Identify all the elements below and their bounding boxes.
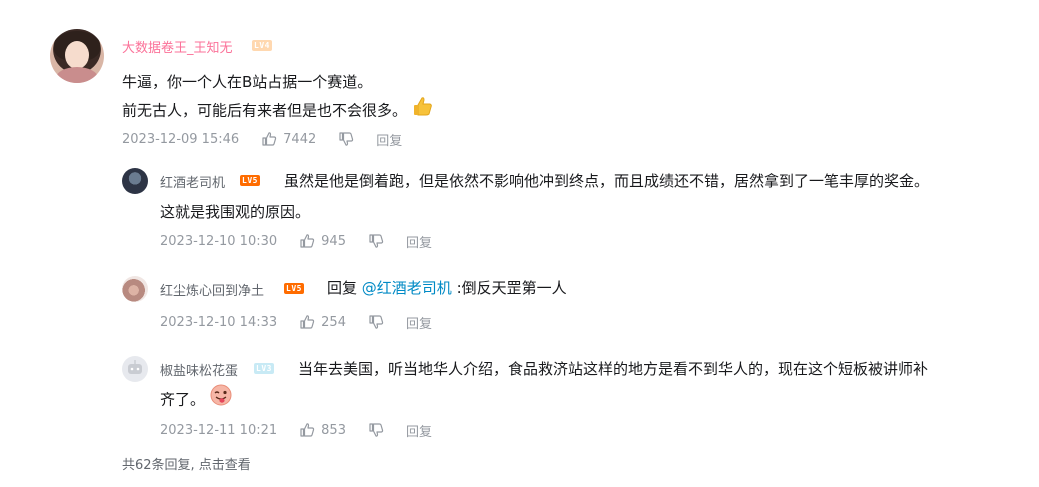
thumb-down-icon: [339, 132, 354, 146]
reply-meta: 2023-12-11 10:21 853 回复: [160, 420, 432, 440]
dislike-button[interactable]: [338, 131, 354, 147]
reply-button[interactable]: 回复: [406, 421, 432, 440]
like-count: 945: [321, 233, 346, 249]
reply-button[interactable]: 回复: [376, 130, 402, 149]
like-button[interactable]: 7442: [261, 131, 316, 147]
reply-time: 2023-12-11 10:21: [160, 422, 278, 438]
default-avatar-icon: [128, 360, 142, 374]
dislike-button[interactable]: [368, 314, 384, 330]
reply-button[interactable]: 回复: [406, 313, 432, 332]
tongue-wink-emoji-icon: [210, 384, 232, 416]
like-button[interactable]: 254: [299, 314, 346, 330]
like-count: 254: [321, 314, 346, 330]
level-badge: LV5: [284, 283, 304, 294]
thumbs-up-icon: [412, 95, 434, 127]
reply-meta: 2023-12-10 10:30 945 回复: [160, 231, 432, 251]
reply-text-line-1: 当年去美国，听当地华人介绍，食品救济站这样的地方是看不到华人的，现在这个短板被讲…: [298, 360, 929, 378]
comment-text-line-2: 前无古人，可能后有来者但是也不会很多。: [122, 95, 434, 127]
level-badge: LV4: [252, 40, 272, 51]
comment-text-line-1: 牛逼，你一个人在B站占据一个赛道。: [122, 73, 373, 91]
reply-prefix: 回复: [327, 279, 358, 297]
reply-avatar[interactable]: [122, 356, 148, 382]
reply-text-line-1: 虽然是他是倒着跑，但是依然不影响他冲到终点，而且成绩还不错，居然拿到了一笔丰厚的…: [284, 172, 930, 190]
reply-time: 2023-12-10 14:33: [160, 314, 278, 330]
reply-text-line-2: 齐了。: [160, 384, 232, 416]
reply-meta: 2023-12-10 14:33 254 回复: [160, 312, 432, 332]
reply-text-line-2: 这就是我围观的原因。: [160, 203, 311, 221]
like-count: 853: [321, 422, 346, 438]
thumb-up-icon: [262, 132, 277, 146]
thumb-down-icon: [369, 234, 384, 248]
thumb-up-icon: [300, 234, 315, 248]
comment-meta: 2023-12-09 15:46 7442 回复: [122, 129, 402, 149]
comment-time: 2023-12-09 15:46: [122, 131, 240, 147]
reply-username[interactable]: 红酒老司机: [160, 172, 225, 191]
reply-text: 回复 @红酒老司机 :倒反天罡第一人: [327, 273, 567, 303]
dislike-button[interactable]: [368, 422, 384, 438]
comment-username[interactable]: 大数据卷王_王知无: [122, 37, 233, 56]
like-button[interactable]: 945: [299, 233, 346, 249]
reply-body: :倒反天罡第一人: [456, 279, 567, 297]
thumb-down-icon: [369, 423, 384, 437]
level-badge: LV3: [254, 363, 274, 374]
like-button[interactable]: 853: [299, 422, 346, 438]
reply-time: 2023-12-10 10:30: [160, 233, 278, 249]
mention-link[interactable]: @红酒老司机: [362, 279, 452, 297]
reply-username[interactable]: 椒盐味松花蛋: [160, 360, 238, 379]
like-count: 7442: [283, 131, 317, 147]
view-more-replies-link[interactable]: 共62条回复, 点击查看: [122, 454, 251, 473]
reply-avatar[interactable]: [122, 276, 148, 302]
thumb-down-icon: [369, 315, 384, 329]
reply-avatar[interactable]: [122, 168, 148, 194]
thumb-up-icon: [300, 315, 315, 329]
comment-thread: 大数据卷王_王知无 LV4 牛逼，你一个人在B站占据一个赛道。 前无古人，可能后…: [0, 0, 1039, 487]
reply-button[interactable]: 回复: [406, 232, 432, 251]
level-badge: LV5: [240, 175, 260, 186]
reply-username[interactable]: 红尘炼心回到净土: [160, 280, 264, 299]
thumb-up-icon: [300, 423, 315, 437]
user-avatar[interactable]: [50, 29, 104, 83]
dislike-button[interactable]: [368, 233, 384, 249]
